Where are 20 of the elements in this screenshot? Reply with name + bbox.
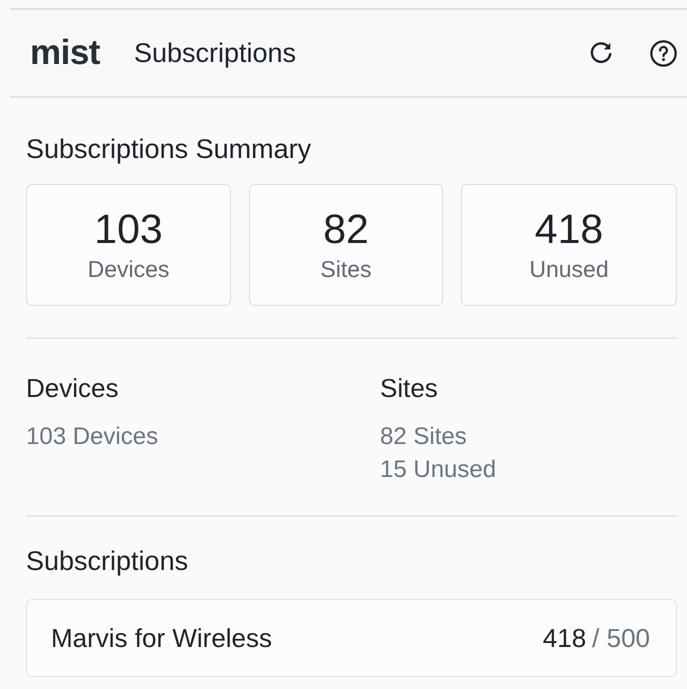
summary-label: Devices (88, 255, 170, 283)
detail-text: 82 Sites (380, 422, 468, 452)
refresh-icon[interactable] (588, 40, 614, 66)
total-count: / 500 (592, 622, 650, 654)
detail-heading: Devices (26, 372, 120, 404)
summary-label: Sites (320, 255, 372, 283)
summary-value: 418 (534, 206, 604, 252)
summary-value: 82 (323, 206, 369, 252)
summary-label: Unused (529, 255, 609, 283)
section-title: Subscriptions Summary (26, 133, 312, 165)
page-title: Subscriptions (134, 37, 296, 69)
detail-text: 103 Devices (26, 422, 160, 452)
detail-heading: Sites (380, 372, 439, 404)
section-title: Subscriptions (26, 545, 190, 577)
subscription-name: Marvis for Wireless (51, 622, 272, 654)
used-count: 418 (542, 622, 586, 654)
logo: mist (30, 33, 100, 73)
detail-text: 15 Unused (380, 455, 498, 485)
help-icon[interactable] (650, 40, 677, 66)
summary-value: 103 (94, 206, 163, 252)
